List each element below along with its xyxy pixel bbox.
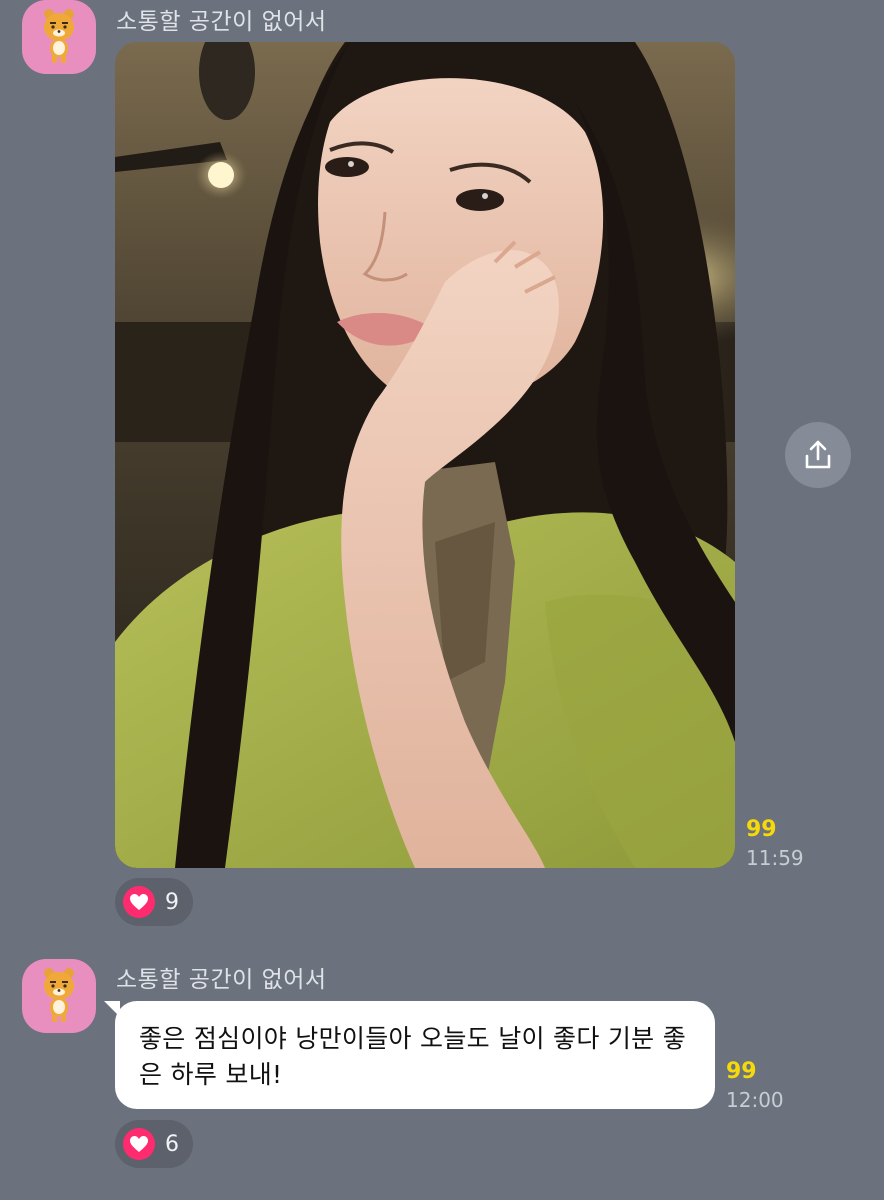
heart-reaction[interactable]: 6 (115, 1120, 193, 1168)
sender-avatar[interactable] (22, 0, 96, 74)
message-time: 12:00 (726, 1088, 784, 1112)
reaction-count: 9 (165, 889, 179, 915)
unread-count: 99 (726, 1059, 757, 1084)
message-time: 11:59 (746, 846, 804, 870)
sender-name: 소통할 공간이 없어서 (116, 967, 327, 993)
heart-icon (123, 886, 155, 918)
sender-name: 소통할 공간이 없어서 (116, 9, 327, 35)
share-button[interactable] (785, 422, 851, 488)
selfie-photo-image (115, 42, 735, 868)
unread-count: 99 (746, 817, 777, 842)
reaction-count: 6 (165, 1131, 179, 1157)
sender-avatar[interactable] (22, 959, 96, 1033)
heart-icon (123, 1128, 155, 1160)
heart-reaction[interactable]: 9 (115, 878, 193, 926)
message-bubble[interactable]: 좋은 점심이야 낭만이들아 오늘도 날이 좋다 기분 좋은 하루 보내! (115, 1001, 715, 1109)
share-upload-icon (805, 440, 831, 469)
ryan-character-icon (44, 9, 74, 63)
chat-room: 소통할 공간이 없어서 99 11:59 9 소통할 공간이 없어서 좋은 점심… (0, 0, 884, 1200)
ryan-character-icon (44, 968, 74, 1022)
shared-photo[interactable] (115, 42, 735, 868)
